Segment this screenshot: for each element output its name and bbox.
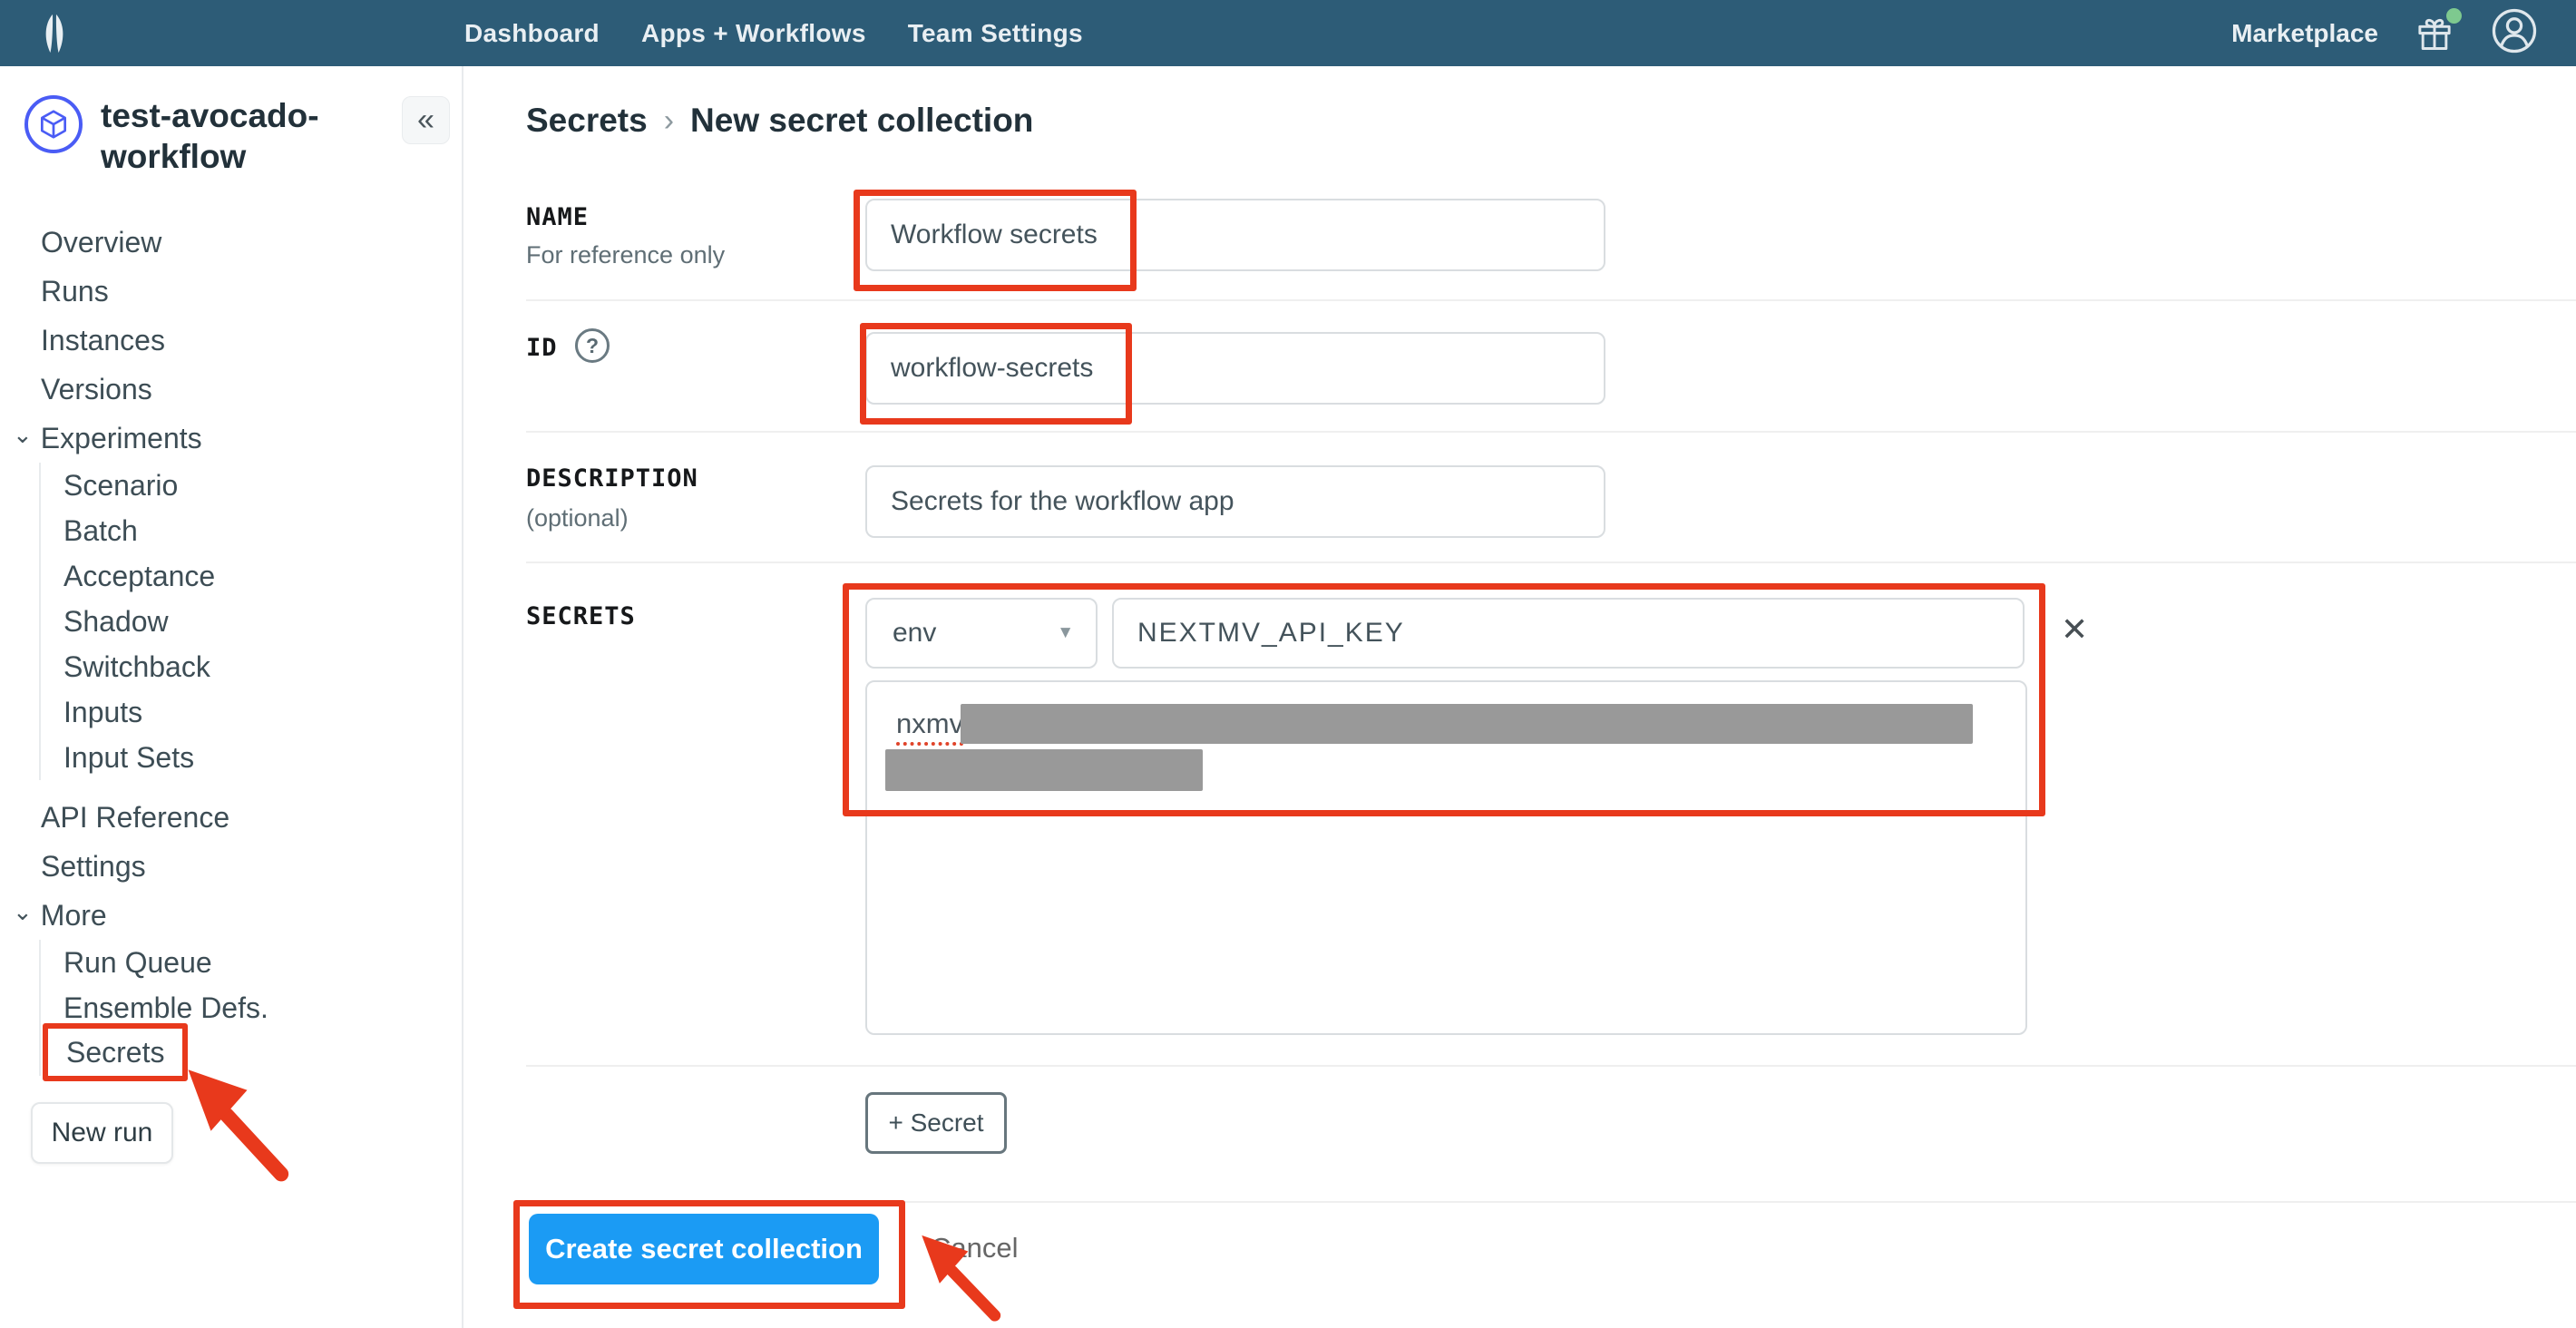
more-submenu: Run Queue Ensemble Defs. Secrets	[39, 940, 462, 1076]
description-input[interactable]	[865, 465, 1605, 538]
avatar-icon[interactable]	[2491, 7, 2538, 59]
sidebar-item-instances[interactable]: Instances	[0, 316, 462, 365]
sidebar-item-experiments[interactable]: ⌄ Experiments	[0, 414, 462, 463]
experiments-submenu: Scenario Batch Acceptance Shadow Switchb…	[39, 463, 462, 780]
divider	[526, 561, 2576, 563]
sidebar-item-label: More	[41, 899, 107, 933]
top-nav: Dashboard Apps + Workflows Team Settings…	[0, 0, 2576, 66]
dropdown-caret-icon: ▼	[1057, 623, 1074, 643]
sidebar: test-avocado-workflow « Overview Runs In…	[0, 66, 463, 1328]
nav-item-team-settings[interactable]: Team Settings	[908, 19, 1083, 48]
sidebar-item-label: Run Queue	[63, 946, 212, 980]
nav-menu: Dashboard Apps + Workflows Team Settings	[464, 0, 1083, 66]
collapse-sidebar-button[interactable]: «	[402, 96, 450, 144]
sidebar-item-label: Input Sets	[63, 741, 194, 775]
cube-icon	[24, 95, 83, 153]
menu-gap	[0, 780, 462, 793]
sidebar-item-label: Acceptance	[63, 560, 215, 593]
description-hint: (optional)	[526, 504, 629, 532]
id-input[interactable]	[865, 332, 1605, 405]
notification-dot	[2446, 8, 2462, 24]
secret-value-prefix: nxmv	[896, 708, 963, 746]
nav-right: Marketplace	[2231, 0, 2538, 66]
page-title: New secret collection	[690, 102, 1033, 140]
sidebar-item-label: API Reference	[41, 801, 229, 835]
sidebar-item-label: Overview	[41, 226, 161, 259]
divider	[526, 1065, 2576, 1067]
description-label: DESCRIPTION	[526, 464, 698, 493]
add-secret-button[interactable]: + Secret	[865, 1092, 1007, 1154]
sidebar-item-label: Settings	[41, 850, 146, 884]
sidebar-item-api-reference[interactable]: API Reference	[0, 793, 462, 842]
sidebar-item-shadow[interactable]: Shadow	[41, 599, 462, 644]
sidebar-item-label: Ensemble Defs.	[63, 991, 268, 1025]
secret-value-textarea[interactable]: nxmv	[865, 680, 2027, 1035]
id-label: ID	[526, 334, 558, 362]
app-header: test-avocado-workflow	[24, 95, 400, 177]
sidebar-item-settings[interactable]: Settings	[0, 842, 462, 891]
sidebar-item-label: Experiments	[41, 422, 202, 455]
annotation-rect-secrets-item: Secrets	[43, 1023, 188, 1081]
app-root: Dashboard Apps + Workflows Team Settings…	[0, 0, 2576, 1328]
sidebar-item-switchback[interactable]: Switchback	[41, 644, 462, 689]
sidebar-item-label: Inputs	[63, 696, 142, 729]
divider	[526, 299, 2576, 301]
breadcrumb-secrets-link[interactable]: Secrets	[526, 102, 648, 140]
sidebar-item-label: Shadow	[63, 605, 169, 639]
sidebar-menu: Overview Runs Instances Versions ⌄ Exper…	[0, 218, 462, 1076]
remove-secret-icon[interactable]: ✕	[2061, 613, 2088, 646]
divider	[526, 431, 2576, 433]
sidebar-item-run-queue[interactable]: Run Queue	[41, 940, 462, 985]
sidebar-item-label: Secrets	[66, 1036, 164, 1069]
redaction-block	[961, 704, 1973, 744]
help-icon[interactable]: ?	[575, 328, 610, 363]
nav-item-dashboard[interactable]: Dashboard	[464, 19, 600, 48]
sidebar-item-label: Scenario	[63, 469, 178, 503]
sidebar-item-more[interactable]: ⌄ More	[0, 891, 462, 940]
gift-icon[interactable]	[2415, 14, 2454, 54]
divider	[526, 1201, 2576, 1203]
sidebar-item-batch[interactable]: Batch	[41, 508, 462, 553]
sidebar-item-acceptance[interactable]: Acceptance	[41, 553, 462, 599]
app-title: test-avocado-workflow	[101, 95, 400, 177]
nav-item-marketplace[interactable]: Marketplace	[2231, 19, 2378, 48]
sidebar-item-label: Batch	[63, 514, 138, 548]
sidebar-item-label: Runs	[41, 275, 109, 308]
breadcrumb-separator: ›	[664, 103, 674, 139]
secret-key-input[interactable]	[1112, 598, 2025, 669]
sidebar-item-label: Switchback	[63, 650, 210, 684]
name-hint: For reference only	[526, 241, 725, 269]
name-input[interactable]	[865, 199, 1605, 271]
sidebar-item-overview[interactable]: Overview	[0, 218, 462, 267]
sidebar-item-label: Versions	[41, 373, 152, 406]
new-run-button[interactable]: New run	[31, 1102, 173, 1164]
annotation-arrow-create-button	[903, 1226, 1016, 1324]
redaction-block	[885, 749, 1203, 791]
secrets-label: SECRETS	[526, 602, 636, 630]
breadcrumb: Secrets › New secret collection	[526, 102, 1033, 140]
nextmv-logo-icon[interactable]	[34, 11, 74, 56]
name-label: NAME	[526, 203, 589, 231]
sidebar-item-scenario[interactable]: Scenario	[41, 463, 462, 508]
sidebar-item-label: Instances	[41, 324, 165, 357]
annotation-arrow-secrets	[181, 1059, 295, 1186]
secret-type-select[interactable]: env ▼	[865, 598, 1098, 669]
create-secret-collection-button[interactable]: Create secret collection	[529, 1214, 879, 1284]
sidebar-item-versions[interactable]: Versions	[0, 365, 462, 414]
sidebar-item-inputs[interactable]: Inputs	[41, 689, 462, 735]
sidebar-item-input-sets[interactable]: Input Sets	[41, 735, 462, 780]
secret-type-value: env	[893, 618, 936, 649]
sidebar-item-runs[interactable]: Runs	[0, 267, 462, 316]
nav-item-apps-workflows[interactable]: Apps + Workflows	[641, 19, 866, 48]
